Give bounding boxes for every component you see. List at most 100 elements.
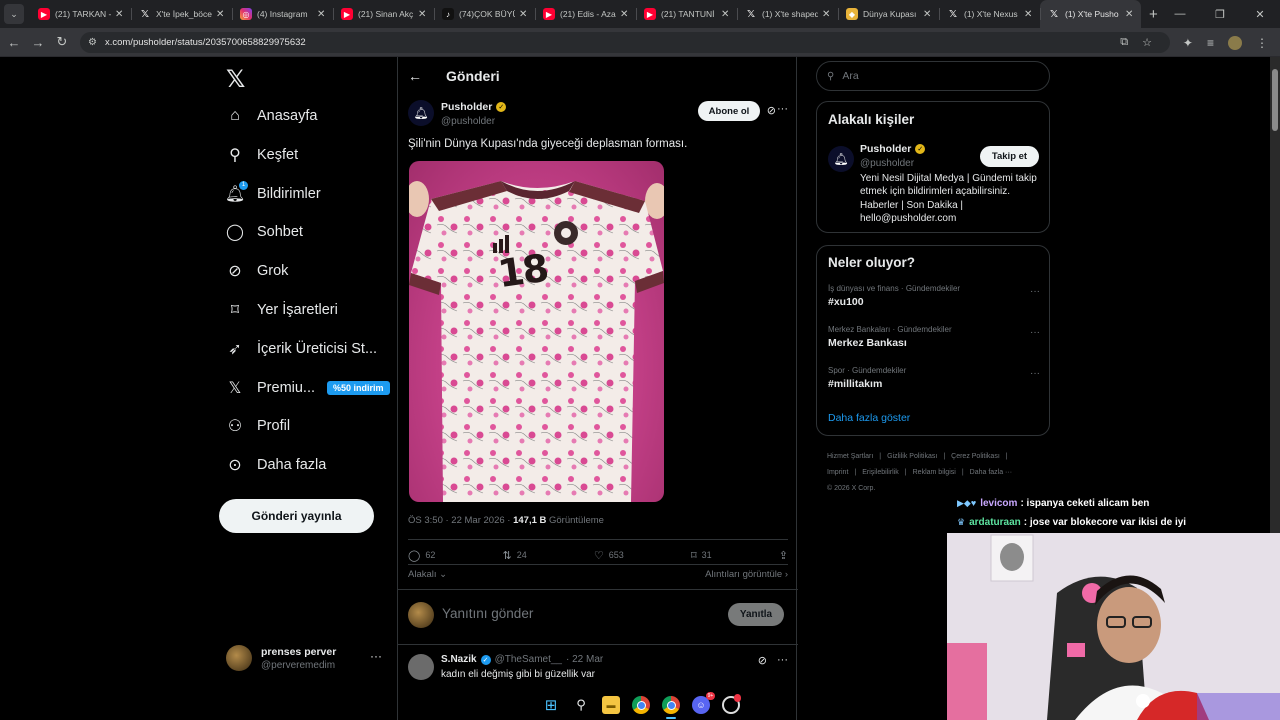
close-tab-icon[interactable]: ✕ <box>620 9 630 20</box>
new-tab-icon[interactable]: + <box>1149 6 1158 23</box>
more-icon[interactable]: ··· <box>1030 368 1040 379</box>
browser-tab[interactable]: ▶ (21) Edis - Aza ✕ <box>535 0 636 28</box>
bookmark-star-icon[interactable]: ☆ <box>1142 36 1152 49</box>
author-handle[interactable]: @pusholder <box>441 116 495 127</box>
footer-link[interactable]: Gizlilik Politikası <box>887 453 937 460</box>
footer-link[interactable]: Hizmet Şartları <box>827 453 873 460</box>
nav-item-sohbet[interactable]: ◯ Sohbet <box>226 219 303 245</box>
show-more-link[interactable]: Daha fazla göster <box>828 412 910 424</box>
nav-item-i-çerik-üreticisi-st[interactable]: ➶ İçerik Üreticisi St... <box>226 336 377 362</box>
nav-item-profil[interactable]: ⚇ Profil <box>226 413 290 439</box>
browser-menu-icon[interactable]: ⋮ <box>1256 36 1268 50</box>
close-window-icon[interactable]: ✕ <box>1240 8 1280 21</box>
footer-link[interactable]: © 2026 X Corp. <box>827 485 875 492</box>
reload-icon[interactable]: ↻ <box>50 34 74 50</box>
commenter-handle[interactable]: @TheSamet__ <box>495 654 562 665</box>
reply-input[interactable]: Yanıtını gönder <box>442 606 533 621</box>
url-field[interactable]: ⚙ x.com/pusholder/status/203570065882997… <box>80 32 1170 53</box>
close-tab-icon[interactable]: ✕ <box>923 9 933 20</box>
close-tab-icon[interactable]: ✕ <box>721 9 731 20</box>
grok-icon[interactable]: ⊘ <box>758 654 767 667</box>
close-tab-icon[interactable]: ✕ <box>115 9 125 20</box>
back-arrow-icon[interactable]: ← <box>408 68 432 84</box>
nav-item-yer-i-şaretleri[interactable]: ⌑ Yer İşaretleri <box>226 297 338 323</box>
close-tab-icon[interactable]: ✕ <box>1125 9 1135 20</box>
cast-icon[interactable]: ⧉ <box>1120 36 1128 49</box>
browser-tab[interactable]: 𝕏 (1) X'te Nexus ✕ <box>939 0 1040 28</box>
person-name[interactable]: Pusholder ✓ <box>860 143 926 155</box>
chrome-active-icon[interactable] <box>662 696 680 719</box>
nav-item-bildirimler[interactable]: 🔔︎ 1 Bildirimler <box>225 180 321 207</box>
comment[interactable]: S.Nazik ✓ @TheSamet__ · 22 Mar kadın eli… <box>408 653 788 693</box>
obs-icon[interactable] <box>722 694 741 714</box>
more-icon[interactable]: ··· <box>370 649 382 663</box>
media-controls-icon[interactable]: ≡ <box>1207 36 1214 50</box>
x-logo-icon[interactable]: 𝕏 <box>226 65 245 94</box>
reply-action[interactable]: ◯ 62 <box>408 549 435 562</box>
search-input[interactable]: ⚲ Ara <box>816 61 1050 91</box>
trend-item[interactable]: İş dünyası ve finans · Gündemdekiler #xu1… <box>828 284 1040 314</box>
author-name[interactable]: Pusholder ✓ <box>441 101 507 113</box>
browser-tab[interactable]: ▶ (21) TANTUNİ ✕ <box>636 0 737 28</box>
discord-icon[interactable]: ☺ 9+ <box>692 692 715 714</box>
site-info-icon[interactable]: ⚙ <box>88 37 97 48</box>
account-switcher[interactable]: prenses perver @perveremedim ··· <box>226 643 386 673</box>
scrollbar-thumb[interactable] <box>1272 69 1278 131</box>
browser-tab[interactable]: ◆ Dünya Kupası ✕ <box>838 0 939 28</box>
windows-start-icon[interactable]: ⊞ <box>542 696 560 714</box>
more-icon[interactable]: ··· <box>1030 286 1040 297</box>
browser-tab[interactable]: 𝕏 (1) X'te shaped ✕ <box>737 0 838 28</box>
back-icon[interactable]: ← <box>2 35 26 50</box>
trend-item[interactable]: Spor · Gündemdekiler #millitakım ··· <box>828 366 1040 396</box>
like-action[interactable]: ♡ 653 <box>594 549 624 562</box>
follow-button[interactable]: Takip et <box>980 146 1039 167</box>
reply-button[interactable]: Yanıtla <box>728 603 784 626</box>
more-icon[interactable]: ··· <box>777 103 788 115</box>
extensions-icon[interactable]: ✦ <box>1183 36 1193 50</box>
minimize-icon[interactable]: — <box>1160 8 1200 20</box>
close-tab-icon[interactable]: ✕ <box>418 9 428 20</box>
browser-tab[interactable]: ▶ (21) Sinan Akç ✕ <box>333 0 434 28</box>
person-handle[interactable]: @pusholder <box>860 158 914 169</box>
profile-avatar-icon[interactable] <box>1228 35 1242 50</box>
commenter-avatar[interactable] <box>408 654 434 680</box>
grok-icon[interactable]: ⊘ <box>767 104 776 117</box>
footer-link[interactable]: Daha fazla ··· <box>970 469 1012 476</box>
close-tab-icon[interactable]: ✕ <box>822 9 832 20</box>
browser-tab[interactable]: 𝕏 X'te İpek_böce ✕ <box>131 0 232 28</box>
trend-item[interactable]: Merkez Bankaları · Gündemdekiler Merkez B… <box>828 325 1040 355</box>
chrome-icon[interactable] <box>632 696 650 714</box>
nav-item-premiu[interactable]: 𝕏 Premiu... %50 indirim <box>226 375 390 401</box>
footer-link[interactable]: Imprint <box>827 469 848 476</box>
forward-icon[interactable]: → <box>26 35 50 50</box>
nav-item-keşfet[interactable]: ⚲ Keşfet <box>226 142 298 168</box>
commenter-name[interactable]: S.Nazik <box>441 654 477 665</box>
subscribe-button[interactable]: Abone ol <box>698 101 760 121</box>
repost-action[interactable]: ⇅ 24 <box>502 549 526 562</box>
bookmark-action[interactable]: ⌑ 31 <box>691 549 712 562</box>
avatar[interactable]: 🔔︎ <box>828 146 854 172</box>
premium-discount-badge[interactable]: %50 indirim <box>327 380 390 395</box>
footer-link[interactable]: Çerez Politikası <box>951 453 1000 460</box>
nav-item-daha-fazla[interactable]: ⊙ Daha fazla <box>226 452 326 478</box>
browser-tab[interactable]: ♪ (74)ÇOK BÜYÜ ✕ <box>434 0 535 28</box>
close-tab-icon[interactable]: ✕ <box>519 9 529 20</box>
more-icon[interactable]: ··· <box>1030 327 1040 338</box>
file-explorer-icon[interactable]: ▬ <box>602 696 620 714</box>
nav-item-grok[interactable]: ⊘ Grok <box>226 258 288 284</box>
footer-link[interactable]: Reklam bilgisi <box>913 469 956 476</box>
taskbar-search-icon[interactable]: ⚲ <box>572 696 590 714</box>
post-button[interactable]: Gönderi yayınla <box>219 499 374 533</box>
close-tab-icon[interactable]: ✕ <box>317 9 327 20</box>
sort-dropdown[interactable]: Alakalı ⌄ <box>408 569 447 580</box>
author-avatar[interactable]: 🔔︎ <box>408 100 434 126</box>
browser-tab[interactable]: ▶ (21) TARKAN - ✕ <box>30 0 131 28</box>
post-timestamp[interactable]: ÖS 3:50 · 22 Mar 2026 · <box>408 515 513 526</box>
close-tab-icon[interactable]: ✕ <box>216 9 226 20</box>
view-quotes-link[interactable]: Alıntıları görüntüle › <box>705 569 788 580</box>
browser-tab[interactable]: ◎ (4) Instagram ✕ <box>232 0 333 28</box>
footer-link[interactable]: Erişilebilirlik <box>862 469 899 476</box>
maximize-icon[interactable]: ❐ <box>1200 8 1240 21</box>
browser-tab[interactable]: 𝕏 (1) X'te Pusho ✕ <box>1040 0 1141 28</box>
post-image[interactable] <box>409 161 664 502</box>
